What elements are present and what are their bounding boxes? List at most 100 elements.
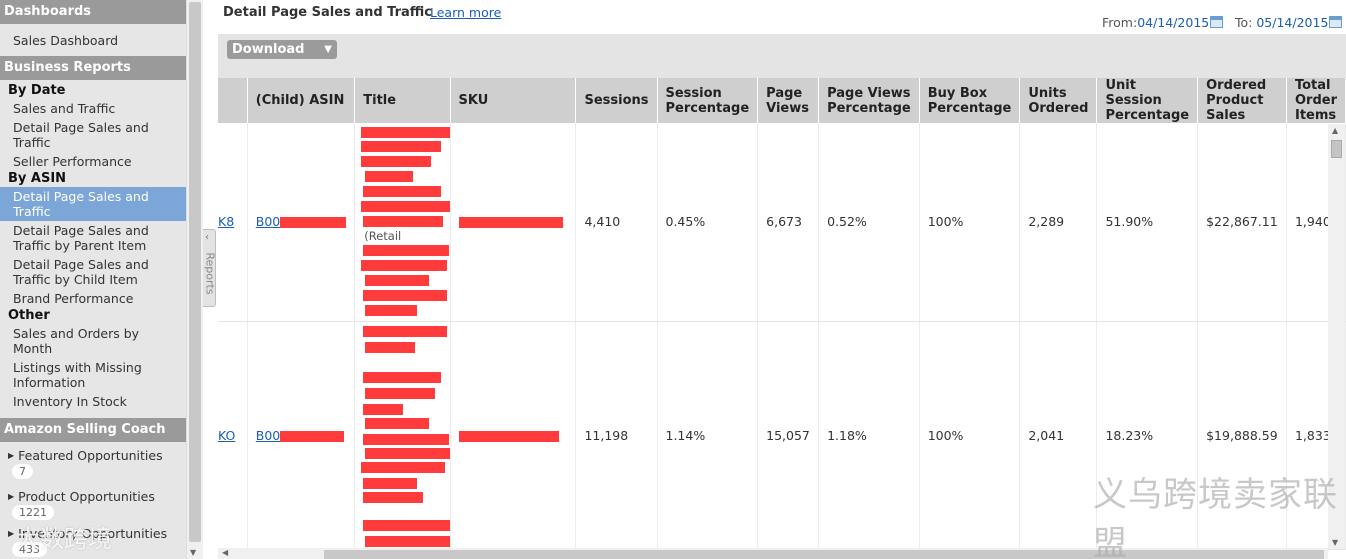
sidebar-scrollbar[interactable]: ▼ <box>186 0 203 559</box>
calendar-icon[interactable] <box>1210 16 1224 28</box>
column-header-title[interactable]: Title <box>354 78 451 123</box>
column-header-buy-box-percentage[interactable]: Buy Box Percentage <box>919 78 1021 123</box>
page-views-cell: 15,057 <box>757 321 820 550</box>
redaction <box>361 156 432 167</box>
redaction <box>363 403 404 415</box>
from-label: From: <box>1102 15 1138 30</box>
to-label: To: <box>1235 15 1253 30</box>
redaction <box>363 491 424 503</box>
column-header-units-ordered[interactable]: Units Ordered <box>1019 78 1098 123</box>
sidebar-item-detail-page-sales-traffic[interactable]: Detail Page Sales and Traffic <box>0 118 186 152</box>
redaction <box>458 430 559 442</box>
sidebar-item-brand-performance[interactable]: Brand Performance <box>0 289 186 308</box>
redaction <box>363 325 448 337</box>
page-views-percentage-cell: 1.18% <box>818 321 920 550</box>
redaction <box>361 141 442 152</box>
scroll-down-arrow-icon[interactable]: ▼ <box>190 548 196 557</box>
redaction <box>365 171 414 182</box>
column-header-session-percentage[interactable]: Session Percentage <box>657 78 759 123</box>
sessions-cell: 4,410 <box>575 123 658 322</box>
asin-prefix: B00 <box>255 427 281 443</box>
coach-featured-opportunities[interactable]: ▶ Featured Opportunities 7 <box>0 445 186 482</box>
reports-tab-label: Reports <box>203 252 217 295</box>
parent-asin-link[interactable]: K8 <box>218 214 234 229</box>
sidebar-item-listings-missing[interactable]: Listings with Missing Information <box>0 358 186 392</box>
by-asin-group: By ASIN <box>8 171 67 186</box>
reports-collapse-tab[interactable]: ‹ Reports <box>203 229 217 307</box>
column-header-sku[interactable]: SKU <box>450 78 577 123</box>
redaction <box>363 186 442 197</box>
scroll-left-arrow-icon[interactable]: ◀ <box>222 548 228 557</box>
sidebar: Dashboards Sales Dashboard Business Repo… <box>0 0 186 559</box>
sidebar-item-sales-dashboard[interactable]: Sales Dashboard <box>0 31 186 50</box>
scroll-up-arrow-icon[interactable]: ▲ <box>1332 126 1338 135</box>
redaction <box>280 217 347 229</box>
from-date-input[interactable]: 04/14/2015 <box>1137 15 1209 30</box>
parent-asin-link[interactable]: KO <box>218 428 235 443</box>
learn-more-link[interactable]: Learn more <box>430 5 501 20</box>
redaction <box>361 201 449 212</box>
ordered-sales-cell: $22,867.11 <box>1197 123 1287 322</box>
other-group: Other <box>8 308 50 323</box>
date-to: To: 05/14/2015 <box>1235 15 1343 30</box>
watermark-right: 义乌跨境卖家联盟 <box>1093 475 1338 559</box>
download-button[interactable]: Download ▼ <box>227 40 337 59</box>
expand-triangle-icon: ▶ <box>8 451 15 460</box>
column-header-child-asin[interactable]: (Child) ASIN <box>247 78 356 123</box>
sidebar-item-seller-performance[interactable]: Seller Performance <box>0 152 186 171</box>
redaction <box>365 535 449 547</box>
vertical-scrollbar-thumb[interactable] <box>1331 140 1342 158</box>
column-header-unit-session-percentage[interactable]: Unit Session Percentage <box>1096 78 1199 123</box>
redaction <box>361 461 446 473</box>
session-percentage-cell: 1.14% <box>657 321 759 550</box>
sku-link[interactable] <box>458 428 559 443</box>
sidebar-item-by-child-item[interactable]: Detail Page Sales and Traffic by Child I… <box>0 255 186 289</box>
column-header-parent <box>218 78 248 123</box>
title-cell: (Retail <box>354 123 451 322</box>
coach-item-label: Product Opportunities <box>18 489 155 504</box>
sku-link[interactable] <box>458 214 563 229</box>
redaction <box>363 216 444 227</box>
main-content: Detail Page Sales and Traffic Learn more… <box>218 0 1346 559</box>
column-header-sessions[interactable]: Sessions <box>575 78 658 123</box>
column-header-page-views[interactable]: Page Views <box>757 78 820 123</box>
dashboards-header: Dashboards <box>0 0 186 24</box>
buy-box-cell: 100% <box>919 123 1021 322</box>
page-views-cell: 6,673 <box>757 123 820 322</box>
redaction <box>365 417 430 429</box>
expand-triangle-icon: ▶ <box>8 492 15 501</box>
redaction <box>363 519 449 531</box>
page-views-percentage-cell: 0.52% <box>818 123 920 322</box>
sidebar-scrollbar-thumb[interactable] <box>189 2 201 542</box>
selling-coach-header: Amazon Selling Coach <box>0 418 186 442</box>
watermark-left: 大数跨境 <box>16 525 112 553</box>
column-header-total-order-items[interactable]: Total Order Items <box>1286 78 1346 123</box>
chevron-left-icon: ‹ <box>205 232 209 243</box>
redaction <box>363 433 449 445</box>
coach-product-opportunities[interactable]: ▶ Product Opportunities 1221 <box>0 486 186 523</box>
child-asin-link[interactable]: B00 <box>256 214 347 229</box>
sidebar-item-inventory-in-stock[interactable]: Inventory In Stock <box>0 392 186 411</box>
chevron-down-icon: ▼ <box>324 44 332 55</box>
redaction <box>363 290 448 301</box>
coach-item-label: Featured Opportunities <box>18 448 163 463</box>
by-date-group: By Date <box>8 83 66 98</box>
date-from: From:04/14/2015 <box>1102 15 1224 30</box>
download-label: Download <box>232 42 305 57</box>
table-row: K8 B00 (Retail 4,410 0.45% 6,673 0.52% 1… <box>218 123 1346 322</box>
calendar-icon[interactable] <box>1329 16 1343 28</box>
redaction <box>363 245 449 256</box>
sidebar-item-sales-and-traffic[interactable]: Sales and Traffic <box>0 99 186 118</box>
redaction <box>365 387 436 399</box>
column-header-ordered-product-sales[interactable]: Ordered Product Sales <box>1197 78 1287 123</box>
redaction <box>363 477 418 489</box>
sidebar-item-sales-orders-month[interactable]: Sales and Orders by Month <box>0 324 186 358</box>
sidebar-item-asin-detail-page[interactable]: Detail Page Sales and Traffic <box>0 187 186 221</box>
to-date-input[interactable]: 05/14/2015 <box>1256 15 1328 30</box>
redaction <box>361 260 448 271</box>
child-asin-link[interactable]: B00 <box>255 427 345 443</box>
sessions-cell: 11,198 <box>575 321 658 550</box>
sidebar-item-by-parent-item[interactable]: Detail Page Sales and Traffic by Parent … <box>0 221 186 255</box>
title-text: (Retail <box>364 229 402 243</box>
column-header-page-views-percentage[interactable]: Page Views Percentage <box>818 78 920 123</box>
